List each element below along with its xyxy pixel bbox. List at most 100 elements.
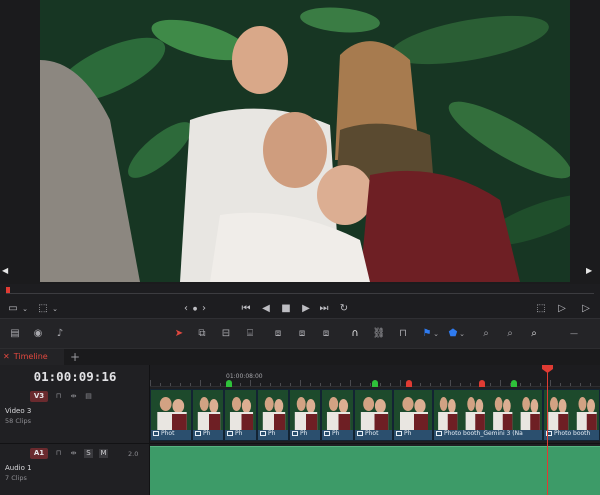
video-track-header[interactable]: V3 ⊓ ⇹ ▤ Video 3 58 Clips [0,389,150,445]
stop-icon[interactable]: ■ [278,302,294,316]
lock-icon[interactable]: ⊓ [396,327,410,341]
zoom-icon[interactable]: ⌕ [526,327,542,341]
video-clip[interactable]: Phot [150,389,192,441]
timeline-view-icon[interactable]: ▤ [8,327,22,341]
microphone-icon[interactable]: ♪ [54,327,66,341]
timeline-marker[interactable] [479,380,485,387]
clip-thumbnail [355,390,392,430]
clip-name: Ph [203,430,211,437]
audio-track[interactable] [150,443,600,495]
skip-to-start-icon[interactable]: ⏮ [238,302,254,316]
play-icon[interactable]: ▶ [298,302,314,316]
video-clip-icon [227,431,233,436]
auto-select-icon[interactable]: ⇹ [69,449,78,458]
timeline-ruler[interactable]: 01:00:08:00 [150,365,600,387]
viewer-layout-icon[interactable]: ▭ [6,302,20,316]
zoom-detail-icon[interactable]: ⌕ [502,327,518,341]
video-clip[interactable]: Photo booth_Gemini 3 (Na [433,389,543,441]
track-visibility-icon[interactable]: ▤ [84,392,93,401]
video-clip[interactable]: Ph [192,389,224,441]
video-clip[interactable]: Ph [289,389,321,441]
ruler-tick [440,383,441,386]
next-frame-icon[interactable]: ▷ [556,302,568,316]
video-track[interactable]: Phot Ph Ph Ph Ph Ph Phot Ph Photo booth_Gemini 3… [150,387,600,443]
loop-icon[interactable]: ↻ [336,302,352,316]
transform-icon[interactable]: ⬚ [36,302,50,316]
ruler-tick [340,383,341,386]
clip-label: Phot [153,429,174,439]
lock-icon[interactable]: ⊓ [54,449,63,458]
chevron-down-icon[interactable]: ⌄ [458,327,466,341]
fullscreen-icon[interactable]: ⬚ [534,302,548,316]
tab-timeline-1[interactable]: ✕Timeline 1⌄ [0,349,64,377]
video-clip[interactable]: Ph [393,389,433,441]
video-clip[interactable]: Ph [321,389,354,441]
clip-label: Ph [396,429,411,439]
timeline-timecode[interactable]: 01:00:09:16 [0,369,150,384]
clip-label: Phot [357,429,378,439]
eye-icon[interactable]: ◉ [30,327,46,341]
timeline-marker[interactable] [226,380,232,387]
ruler-tick [290,383,291,386]
close-icon[interactable]: ✕ [3,352,10,361]
previous-clip-button[interactable]: ‹ [182,302,190,316]
track-header-panel: 01:00:09:16 V3 ⊓ ⇹ ▤ Video 3 58 Clips A1… [0,365,150,495]
clip-thumbnail [151,390,191,430]
timeline-marker[interactable] [372,380,378,387]
viewer-scrubber[interactable] [0,284,600,300]
clip-name: Ph [268,430,276,437]
step-back-icon[interactable]: ◀ [258,302,274,316]
timeline-marker[interactable] [406,380,412,387]
chevron-down-icon[interactable]: ⌄ [20,302,30,316]
video-clip[interactable]: Ph [257,389,289,441]
track-name: Video 3 [5,407,32,415]
overwrite-clip-icon[interactable]: ⧈ [294,327,310,341]
select-tool-icon[interactable]: ➤ [172,327,186,341]
scrubber-playhead[interactable] [6,287,10,293]
track-clip-count: 7 Clips [5,474,27,482]
audio-clip[interactable] [150,446,600,495]
timeline-marker[interactable] [511,380,517,387]
lock-icon[interactable]: ⊓ [54,392,63,401]
viewer-frame-image [40,0,570,282]
clip-name: Ph [300,430,308,437]
track-level: 2.0 [128,450,139,458]
track-badge[interactable]: V3 [30,391,48,402]
add-timeline-button[interactable]: + [70,349,80,365]
ruler-tick [560,383,561,386]
blade-tool-icon[interactable]: ⌸ [242,327,258,341]
video-clip[interactable]: Ph [224,389,257,441]
ruler-tick [540,383,541,386]
mark-out-icon[interactable]: ▶ [586,266,595,275]
solo-button[interactable]: S [84,449,93,458]
video-viewer[interactable]: ◀ ▶ [0,0,600,284]
mark-in-icon[interactable]: ◀ [2,266,11,275]
flag-icon[interactable]: ⚑ [422,327,432,341]
video-clip[interactable]: Phot [354,389,393,441]
timeline-playhead[interactable] [547,365,548,495]
link-icon[interactable]: ⛓ [372,327,386,341]
replace-clip-icon[interactable]: ⧈ [318,327,334,341]
marker-icon[interactable]: ⬟ [448,327,458,341]
ruler-tick [240,383,241,386]
zoom-slider[interactable]: — [548,327,600,341]
auto-select-icon[interactable]: ⇹ [69,392,78,401]
snap-icon[interactable]: ∩ [348,327,362,341]
clip-label: Photo booth [546,429,590,439]
zoom-full-icon[interactable]: ⌕ [478,327,494,341]
video-clip[interactable]: Photo booth [543,389,600,441]
mute-button[interactable]: M [99,449,108,458]
dynamic-trim-icon[interactable]: ⊟ [218,327,234,341]
timeline-area[interactable]: 01:00:08:00 Phot Ph Ph Ph Ph Ph Phot Ph Photo bo… [150,365,600,495]
audio-track-header[interactable]: A1 ⊓ ⇹ S M 2.0 Audio 1 7 Clips [0,443,150,495]
trim-tool-icon[interactable]: ⧉ [194,327,210,341]
track-badge[interactable]: A1 [30,448,48,459]
skip-to-end-icon[interactable]: ⏭ [316,302,332,316]
mark-out-button-icon[interactable]: ▷ [580,302,592,316]
ruler-tick [180,383,181,386]
ruler-tick [430,383,431,386]
next-clip-button[interactable]: › [200,302,208,316]
chevron-down-icon[interactable]: ⌄ [50,302,60,316]
chevron-down-icon[interactable]: ⌄ [432,327,440,341]
insert-clip-icon[interactable]: ⧈ [270,327,286,341]
